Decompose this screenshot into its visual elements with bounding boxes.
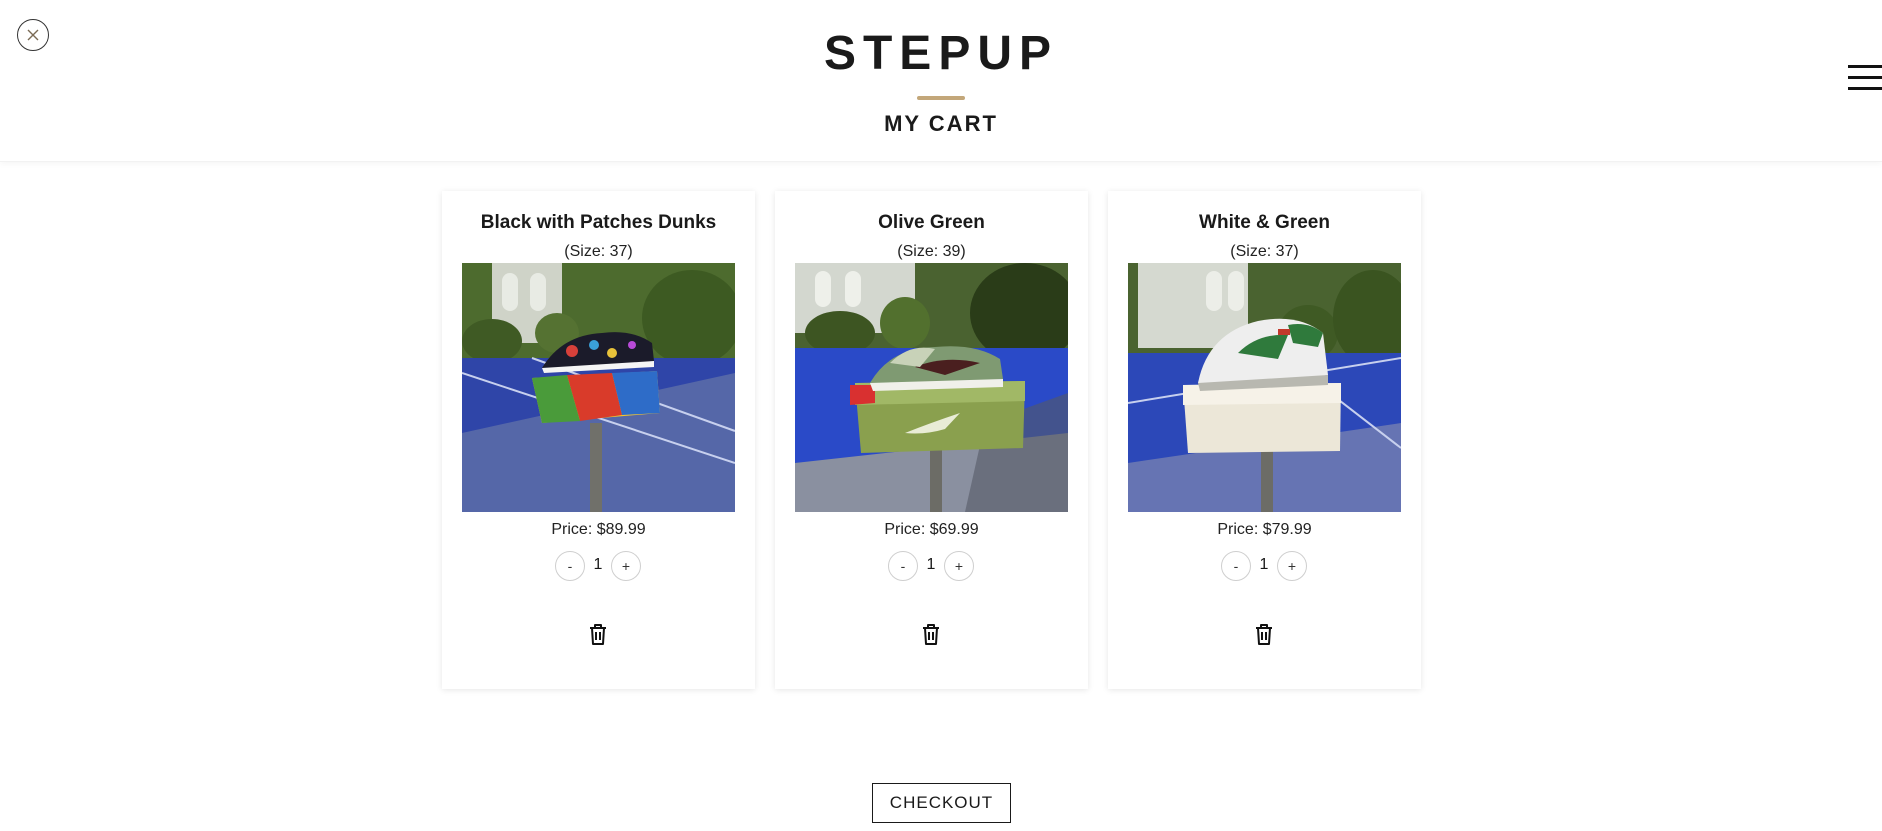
- quantity-stepper: - 1 +: [442, 551, 755, 581]
- trash-icon[interactable]: [918, 621, 944, 647]
- cart-item-card: White & Green (Size: 37) Price: $79.99 -…: [1108, 191, 1421, 689]
- decrease-quantity-button[interactable]: -: [1221, 551, 1251, 581]
- quantity-value: 1: [593, 556, 603, 573]
- checkout-button[interactable]: CHECKOUT: [872, 783, 1011, 823]
- brand-logo[interactable]: STEPUP: [0, 26, 1882, 81]
- brand-underline: [917, 96, 965, 100]
- header: STEPUP MY CART: [0, 0, 1882, 162]
- increase-quantity-button[interactable]: +: [1277, 551, 1307, 581]
- quantity-value: 1: [926, 556, 936, 573]
- decrease-quantity-button[interactable]: -: [888, 551, 918, 581]
- product-name: Black with Patches Dunks: [480, 212, 717, 233]
- cart-item-card: Black with Patches Dunks (Size: 37) Pric…: [442, 191, 755, 689]
- increase-quantity-button[interactable]: +: [944, 551, 974, 581]
- product-size: (Size: 37): [564, 243, 633, 260]
- product-name: White & Green: [1199, 212, 1330, 233]
- cart-item-card: Olive Green (Size: 39) Price: $69.99 - 1…: [775, 191, 1088, 689]
- product-price: Price: $79.99: [1217, 521, 1312, 538]
- product-price: Price: $69.99: [884, 521, 979, 538]
- trash-icon[interactable]: [585, 621, 611, 647]
- quantity-stepper: - 1 +: [775, 551, 1088, 581]
- product-image: [1128, 263, 1401, 512]
- page-title: MY CART: [884, 111, 998, 136]
- product-image: [795, 263, 1068, 512]
- product-image: [462, 263, 735, 512]
- quantity-stepper: - 1 +: [1108, 551, 1421, 581]
- increase-quantity-button[interactable]: +: [611, 551, 641, 581]
- product-price: Price: $89.99: [551, 521, 646, 538]
- product-size: (Size: 39): [897, 243, 966, 260]
- decrease-quantity-button[interactable]: -: [555, 551, 585, 581]
- hamburger-menu-icon[interactable]: [1848, 64, 1882, 90]
- product-size: (Size: 37): [1230, 243, 1299, 260]
- quantity-value: 1: [1259, 556, 1269, 573]
- trash-icon[interactable]: [1251, 621, 1277, 647]
- product-name: Olive Green: [878, 212, 985, 233]
